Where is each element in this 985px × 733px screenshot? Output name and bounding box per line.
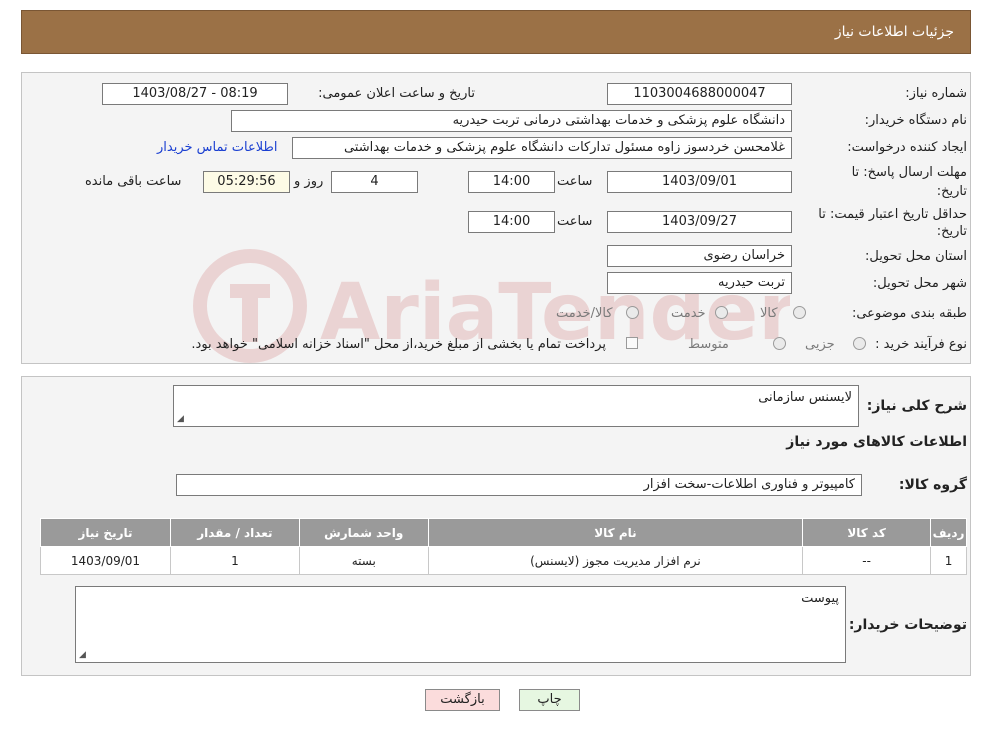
process-medium-label: متوسط	[688, 337, 729, 352]
cell-unit: بسته	[298, 546, 429, 575]
deadline-label-2: تاریخ:	[936, 184, 967, 199]
group-label: گروه کالا:	[898, 477, 967, 493]
items-table: ردیف کد کالا نام کالا واحد شمارش تعداد /…	[40, 518, 967, 575]
category-both-radio[interactable]	[626, 306, 639, 319]
buyer-org-label: نام دستگاه خریدار:	[864, 113, 967, 128]
col-date: تاریخ نیاز	[40, 518, 171, 547]
validity-time-label: ساعت	[557, 214, 593, 229]
col-qty: تعداد / مقدار	[169, 518, 300, 547]
category-goods-radio[interactable]	[793, 306, 806, 319]
buyer-notes-label: توضیحات خریدار:	[848, 617, 967, 633]
col-row: ردیف	[930, 518, 967, 547]
buyer-org-field: دانشگاه علوم پزشکی و خدمات بهداشتی درمان…	[231, 110, 792, 132]
payment-note: پرداخت تمام یا بخشی از مبلغ خرید،از محل …	[191, 337, 606, 352]
remaining-label: ساعت باقی مانده	[85, 174, 182, 189]
col-unit: واحد شمارش	[298, 518, 429, 547]
cell-date: 1403/09/01	[40, 546, 171, 575]
items-info-title: اطلاعات کالاهای مورد نیاز	[786, 434, 967, 450]
col-name: نام کالا	[427, 518, 804, 547]
city-label: شهر محل تحویل:	[872, 276, 967, 291]
announce-label: تاریخ و ساعت اعلان عمومی:	[318, 86, 475, 101]
province-label: استان محل تحویل:	[865, 249, 967, 264]
resize-grip-icon[interactable]: ◢	[79, 650, 86, 660]
table-header-row: ردیف کد کالا نام کالا واحد شمارش تعداد /…	[40, 518, 967, 547]
items-table-wrapper: ردیف کد کالا نام کالا واحد شمارش تعداد /…	[40, 518, 967, 575]
category-label: طبقه بندی موضوعی:	[851, 306, 967, 321]
treasury-checkbox[interactable]	[626, 337, 638, 349]
deadline-time-label: ساعت	[557, 174, 593, 189]
validity-label-2: تاریخ:	[936, 224, 967, 239]
cell-row: 1	[930, 546, 967, 575]
need-number-label: شماره نیاز:	[905, 86, 967, 101]
cell-qty: 1	[169, 546, 300, 575]
validity-label: حداقل تاریخ اعتبار قیمت: تا	[818, 207, 967, 222]
category-both-label: کالا/خدمت	[556, 306, 613, 321]
validity-date-field: 1403/09/27	[607, 211, 792, 233]
remaining-time-field: 05:29:56	[203, 171, 290, 193]
page-header: جزئیات اطلاعات نیاز	[21, 10, 971, 54]
buyer-notes-textarea[interactable]: پیوست ◢	[75, 586, 846, 663]
category-service-radio[interactable]	[715, 306, 728, 319]
process-small-label: جزیی	[805, 337, 835, 352]
resize-grip-icon[interactable]: ◢	[177, 414, 184, 424]
category-goods-label: کالا	[760, 306, 778, 321]
print-button[interactable]: چاپ	[519, 689, 580, 711]
validity-time-field: 14:00	[468, 211, 555, 233]
city-field: تربت حیدریه	[607, 272, 792, 294]
deadline-time-field: 14:00	[468, 171, 555, 193]
process-medium-radio[interactable]	[773, 337, 786, 350]
days-label: روز و	[294, 174, 324, 189]
group-field: کامپیوتر و فناوری اطلاعات-سخت افزار	[176, 474, 862, 496]
table-row: 1 -- نرم افزار مدیریت مجوز (لایسنس) بسته…	[40, 546, 967, 575]
buyer-notes-text: پیوست	[801, 591, 839, 606]
creator-label: ایجاد کننده درخواست:	[847, 140, 967, 155]
general-desc-textarea[interactable]: لایسنس سازمانی ◢	[173, 385, 859, 427]
page-title: جزئیات اطلاعات نیاز	[834, 24, 954, 40]
back-button[interactable]: بازگشت	[425, 689, 500, 711]
creator-field: غلامحسن خردسوز زاوه مسئول تدارکات دانشگا…	[292, 137, 792, 159]
process-label: نوع فرآیند خرید :	[875, 337, 967, 352]
category-service-label: خدمت	[671, 306, 706, 321]
general-desc-label: شرح کلی نیاز:	[866, 398, 967, 414]
deadline-label: مهلت ارسال پاسخ: تا	[851, 165, 967, 180]
cell-code: --	[802, 546, 932, 575]
need-number-field: 1103004688000047	[607, 83, 792, 105]
contact-link[interactable]: اطلاعات تماس خریدار	[157, 140, 277, 155]
general-desc-text: لایسنس سازمانی	[758, 390, 852, 405]
process-small-radio[interactable]	[853, 337, 866, 350]
days-field: 4	[331, 171, 418, 193]
cell-name: نرم افزار مدیریت مجوز (لایسنس)	[427, 546, 804, 575]
col-code: کد کالا	[802, 518, 932, 547]
deadline-date-field: 1403/09/01	[607, 171, 792, 193]
announce-field: 1403/08/27 - 08:19	[102, 83, 288, 105]
province-field: خراسان رضوی	[607, 245, 792, 267]
